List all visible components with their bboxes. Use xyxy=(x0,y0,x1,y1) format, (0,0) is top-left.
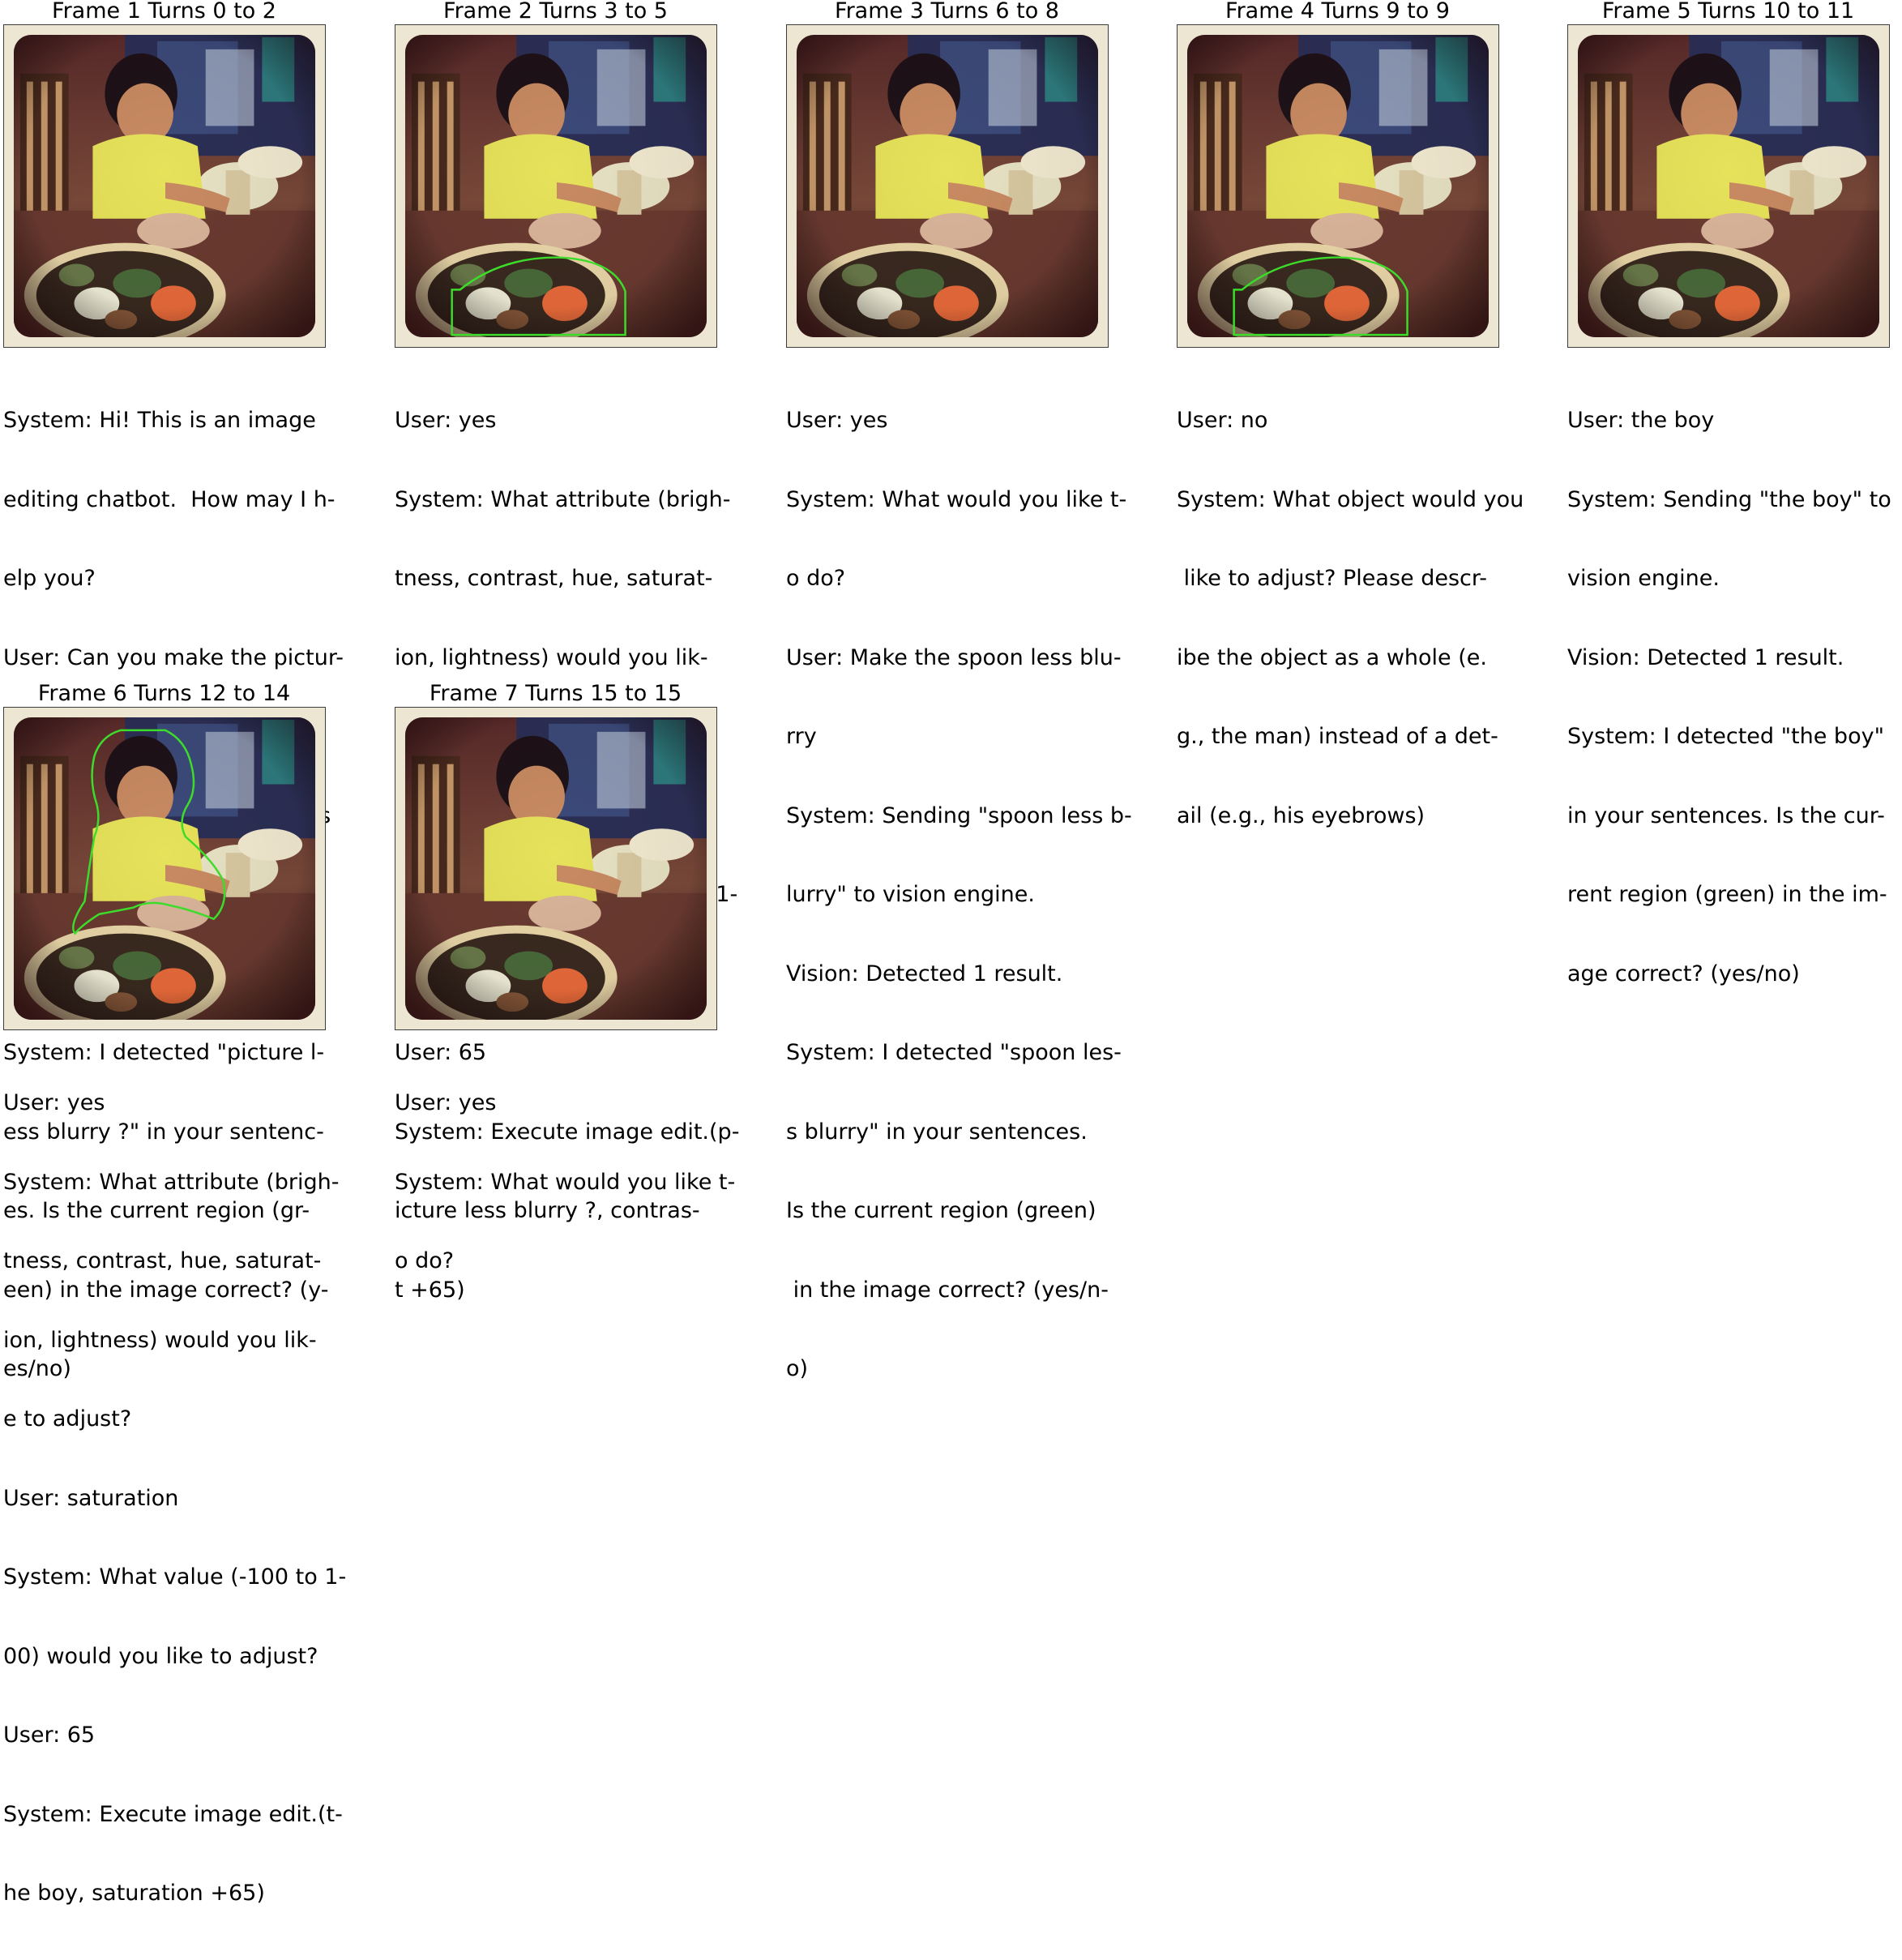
dialogue-line: 00) would you like to adjust? xyxy=(3,1643,318,1669)
dialogue-transcript: User: yes System: What would you like t-… xyxy=(786,355,1167,1436)
dialogue-line: o do? xyxy=(786,566,846,591)
dialogue-line: o do? xyxy=(395,1248,455,1273)
dialogue-line: in the image correct? (yes/n- xyxy=(786,1277,1109,1303)
dialogue-line: in your sentences. Is the cur- xyxy=(1567,802,1885,828)
dialogue-transcript: User: no System: What object would you l… xyxy=(1177,355,1558,882)
frame-image xyxy=(395,707,717,1030)
dialogue-line: System: What attribute (brigh- xyxy=(395,486,731,512)
dialogue-line: editing chatbot. How may I h- xyxy=(3,486,336,512)
dialogue-line: g., the man) instead of a det- xyxy=(1177,724,1498,749)
dialogue-line: age correct? (yes/no) xyxy=(1567,961,1800,986)
dialogue-line: System: Hi! This is an image xyxy=(3,408,316,433)
dialogue-line: e to adjust? xyxy=(3,1406,132,1431)
dialogue-line: User: yes xyxy=(3,1090,105,1115)
dialogue-line: System: I detected "spoon les- xyxy=(786,1040,1122,1065)
dialogue-line: System: What would you like t- xyxy=(786,486,1127,512)
frame-image xyxy=(395,24,717,348)
dialogue-line: ail (e.g., his eyebrows) xyxy=(1177,802,1425,828)
dialogue-line: User: yes xyxy=(395,408,497,433)
dialogue-line: rry xyxy=(786,724,817,749)
dialogue-transcript: User: the boy System: Sending "the boy" … xyxy=(1567,355,1902,1040)
dialogue-line: elp you? xyxy=(3,566,96,591)
dialogue-line: ion, lightness) would you lik- xyxy=(395,644,708,670)
frame-title: Frame 4 Turns 9 to 9 xyxy=(1225,0,1450,24)
dialogue-line: tness, contrast, hue, saturat- xyxy=(3,1248,322,1273)
dialogue-line: he boy, saturation +65) xyxy=(3,1881,265,1906)
dialogue-line: User: no xyxy=(1177,408,1268,433)
dialogue-line: System: Sending "spoon less b- xyxy=(786,802,1132,828)
frame-image xyxy=(3,707,326,1030)
frame-image xyxy=(1177,24,1499,348)
frame-title: Frame 5 Turns 10 to 11 xyxy=(1601,0,1855,24)
dialogue-line: vision engine. xyxy=(1567,566,1720,591)
frame-title: Frame 3 Turns 6 to 8 xyxy=(835,0,1059,24)
dialogue-line: like to adjust? Please descr- xyxy=(1177,566,1487,591)
dialogue-line: ion, lightness) would you lik- xyxy=(3,1327,317,1353)
dialogue-line: System: What object would you xyxy=(1177,486,1524,512)
dialogue-line: System: Execute image edit.(t- xyxy=(3,1801,343,1827)
frame-title: Frame 7 Turns 15 to 15 xyxy=(429,681,682,706)
frame-title: Frame 2 Turns 3 to 5 xyxy=(443,0,668,24)
dialogue-line: Is the current region (green) xyxy=(786,1198,1096,1223)
frame-image xyxy=(1567,24,1890,348)
dialogue-line: tness, contrast, hue, saturat- xyxy=(395,566,713,591)
dialogue-line: ibe the object as a whole (e. xyxy=(1177,644,1487,670)
dialogue-transcript: User: yes System: What attribute (brigh-… xyxy=(3,1038,384,1960)
dialogue-line: System: Sending "the boy" to xyxy=(1567,486,1891,512)
dialogue-line: User: Can you make the pictur- xyxy=(3,644,344,670)
dialogue-line: s blurry" in your sentences. xyxy=(786,1119,1088,1145)
dialogue-line: System: What would you like t- xyxy=(395,1169,736,1195)
frame-image xyxy=(786,24,1109,348)
dialogue-transcript: User: yes System: What would you like t-… xyxy=(395,1038,776,1328)
dialogue-line: User: yes xyxy=(786,408,888,433)
dialogue-line: User: the boy xyxy=(1567,408,1715,433)
dialogue-line: Vision: Detected 1 result. xyxy=(1567,644,1844,670)
dialogue-line: Vision: Detected 1 result. xyxy=(786,961,1063,986)
dialogue-line: User: yes xyxy=(395,1090,497,1115)
dialogue-line: User: saturation xyxy=(3,1485,179,1511)
dialogue-line: System: What attribute (brigh- xyxy=(3,1169,340,1195)
dialogue-line: User: 65 xyxy=(3,1722,96,1748)
frame-title: Frame 6 Turns 12 to 14 xyxy=(37,681,291,706)
frame-image xyxy=(3,24,326,348)
frame-title: Frame 1 Turns 0 to 2 xyxy=(52,0,276,24)
dialogue-line: lurry" to vision engine. xyxy=(786,882,1035,907)
dialogue-line: o) xyxy=(786,1356,809,1381)
dialogue-line: rent region (green) in the im- xyxy=(1567,882,1887,907)
dialogue-line: System: What value (-100 to 1- xyxy=(3,1564,347,1590)
dialogue-line: System: I detected "the boy" xyxy=(1567,724,1884,749)
dialogue-line: User: Make the spoon less blu- xyxy=(786,644,1122,670)
